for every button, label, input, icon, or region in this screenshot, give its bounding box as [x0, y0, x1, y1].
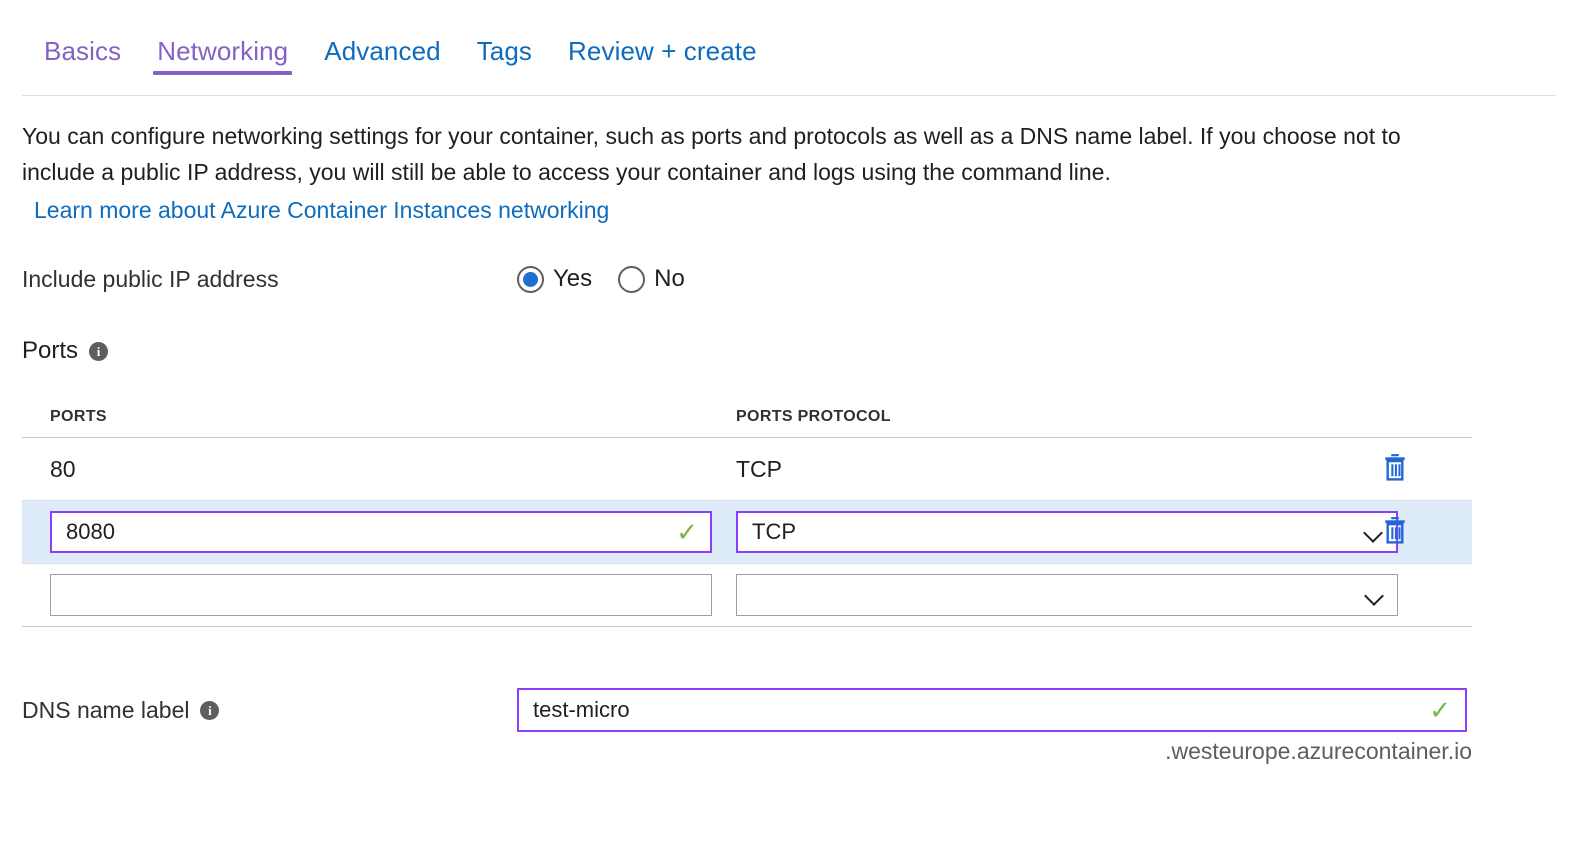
- dns-name-label-text: DNS name label i: [22, 697, 517, 724]
- include-public-ip-label: Include public IP address: [22, 266, 517, 293]
- dns-name-input-value: test-micro: [533, 697, 1421, 723]
- ports-heading-label: Ports: [22, 337, 78, 365]
- row-protocol-value: TCP: [736, 456, 782, 482]
- row-port-cell: 8080 ✓: [22, 511, 722, 553]
- tab-basics[interactable]: Basics: [26, 36, 139, 80]
- valid-check-icon: ✓: [1429, 697, 1451, 723]
- tab-advanced-label: Advanced: [324, 36, 440, 66]
- table-row: 8080 ✓ TCP: [22, 501, 1472, 564]
- protocol-select-value: TCP: [752, 519, 1364, 545]
- valid-check-icon: ✓: [676, 519, 698, 545]
- radio-public-ip-yes-label: Yes: [553, 265, 592, 293]
- column-header-ports-protocol: PORTS PROTOCOL: [722, 408, 1382, 426]
- port-input[interactable]: [50, 574, 712, 616]
- tab-tags-label: Tags: [477, 36, 532, 66]
- section-description: You can configure networking settings fo…: [22, 118, 1422, 228]
- column-header-ports: PORTS: [22, 408, 722, 426]
- table-row: 80 TCP: [22, 438, 1472, 501]
- protocol-select[interactable]: [736, 574, 1398, 616]
- row-protocol-cell: TCP: [722, 456, 1382, 483]
- chevron-down-icon: [1365, 586, 1383, 604]
- row-action-cell: [1382, 516, 1472, 549]
- row-port-cell: [22, 574, 722, 616]
- delete-row-icon[interactable]: [1382, 516, 1408, 544]
- table-row: [22, 564, 1472, 627]
- row-protocol-cell: [722, 574, 1382, 616]
- row-protocol-cell: TCP: [722, 511, 1382, 553]
- radio-unselected-icon: [618, 266, 645, 293]
- include-public-ip-row: Include public IP address Yes No: [22, 262, 1022, 296]
- tab-advanced[interactable]: Advanced: [306, 36, 458, 80]
- dns-label: DNS name label: [22, 697, 189, 724]
- include-public-ip-radio-group: Yes No: [517, 265, 685, 293]
- dns-name-input[interactable]: test-micro ✓: [517, 688, 1467, 732]
- port-input[interactable]: 8080 ✓: [50, 511, 712, 553]
- tab-networking[interactable]: Networking: [139, 36, 306, 80]
- description-line-1: You can configure networking settings fo…: [22, 123, 1256, 149]
- delete-row-icon[interactable]: [1382, 453, 1408, 481]
- tab-tags[interactable]: Tags: [459, 36, 550, 80]
- ports-table-header: PORTS PORTS PROTOCOL: [22, 396, 1472, 438]
- radio-public-ip-no[interactable]: No: [618, 265, 685, 293]
- dns-suffix-text: .westeurope.azurecontainer.io: [22, 738, 1472, 765]
- chevron-down-icon: [1364, 523, 1382, 541]
- tab-networking-label: Networking: [157, 36, 288, 66]
- port-input-value: 8080: [66, 519, 668, 545]
- dns-name-label-row: DNS name label i test-micro ✓: [22, 688, 1472, 732]
- radio-public-ip-yes[interactable]: Yes: [517, 265, 592, 293]
- tab-review-create[interactable]: Review + create: [550, 36, 775, 80]
- ports-table: PORTS PORTS PROTOCOL 80 TCP 8080: [22, 396, 1472, 627]
- row-port-cell: 80: [22, 456, 722, 483]
- protocol-select[interactable]: TCP: [736, 511, 1398, 553]
- info-icon[interactable]: i: [200, 701, 219, 720]
- row-action-cell: [1382, 453, 1472, 486]
- radio-public-ip-no-label: No: [654, 265, 685, 293]
- ports-section-heading: Ports i: [22, 337, 108, 365]
- learn-more-link[interactable]: Learn more about Azure Container Instanc…: [34, 192, 609, 228]
- row-port-value: 80: [50, 456, 76, 482]
- wizard-tab-bar: Basics Networking Advanced Tags Review +…: [0, 36, 1578, 94]
- tab-bar-divider: [22, 95, 1556, 96]
- info-icon[interactable]: i: [89, 342, 108, 361]
- radio-selected-icon: [517, 266, 544, 293]
- tab-review-create-label: Review + create: [568, 36, 757, 66]
- tab-basics-label: Basics: [44, 36, 121, 66]
